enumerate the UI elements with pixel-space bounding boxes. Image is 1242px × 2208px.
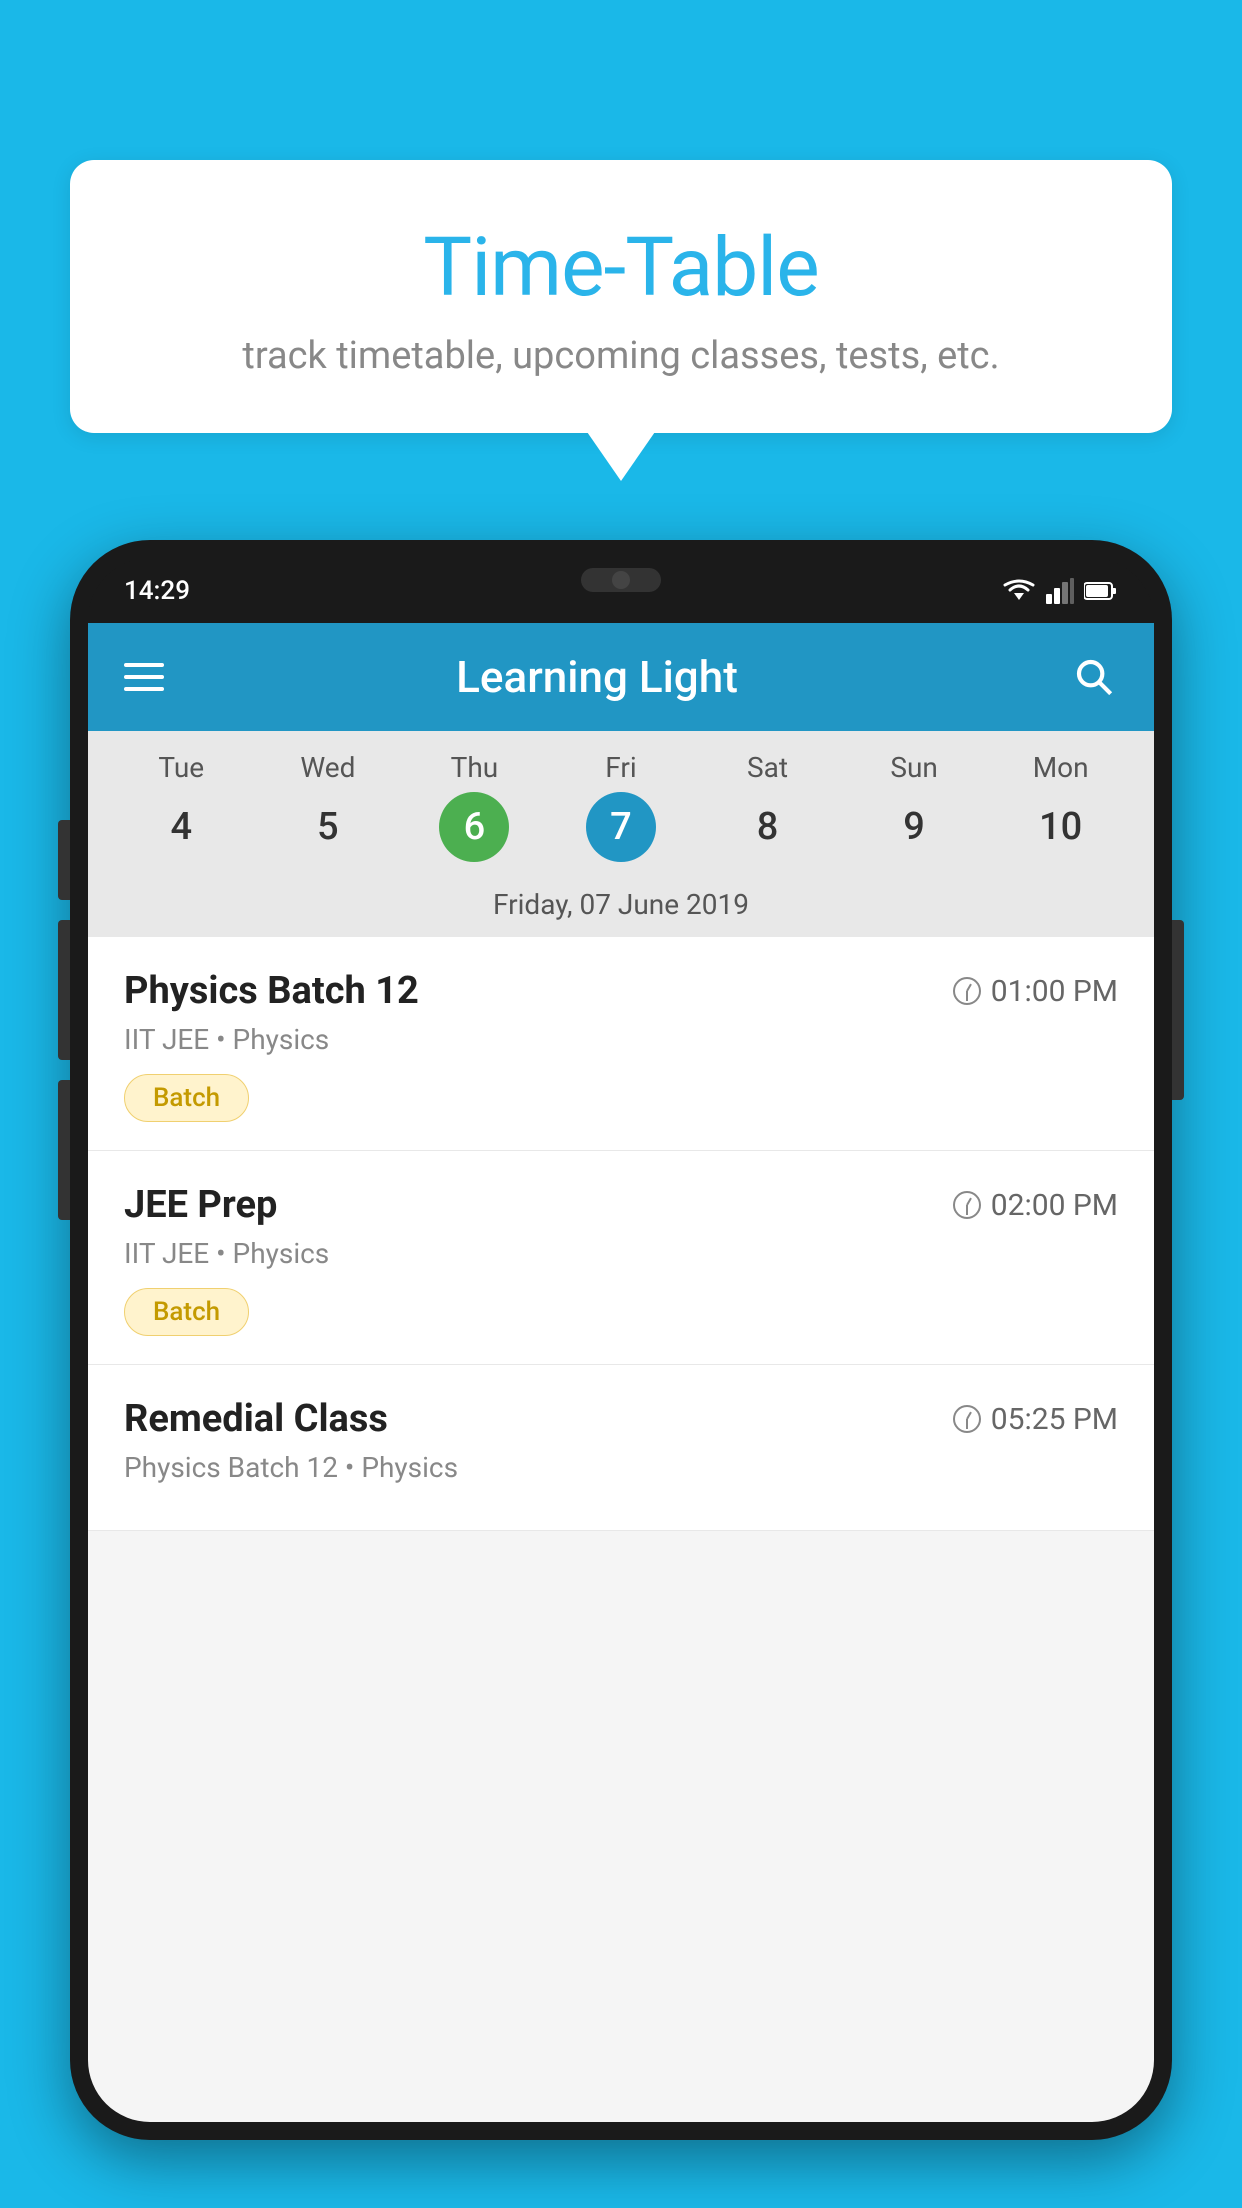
app-header: Learning Light bbox=[88, 623, 1154, 731]
clock-icon-3 bbox=[953, 1405, 981, 1433]
schedule-item-3-header: Remedial Class 05:25 PM bbox=[124, 1397, 1118, 1441]
phone-power-btn bbox=[1172, 920, 1184, 1100]
phone-volume-up-btn bbox=[58, 920, 70, 1060]
schedule-item-1-time: 01:00 PM bbox=[953, 974, 1118, 1009]
status-icons bbox=[1002, 578, 1118, 604]
front-camera bbox=[612, 571, 630, 589]
phone-body: 14:29 bbox=[70, 540, 1172, 2140]
day-label-tue[interactable]: Tue bbox=[108, 751, 255, 784]
day-label-sat[interactable]: Sat bbox=[694, 751, 841, 784]
day-numbers-row: 4 5 6 7 8 9 10 bbox=[108, 792, 1134, 878]
wifi-icon bbox=[1002, 578, 1036, 604]
phone-side-btn bbox=[58, 820, 70, 900]
schedule-item-3[interactable]: Remedial Class 05:25 PM Physics Batch 12… bbox=[88, 1365, 1154, 1531]
status-time: 14:29 bbox=[124, 576, 190, 606]
battery-icon bbox=[1084, 581, 1118, 601]
selected-date-label: Friday, 07 June 2019 bbox=[108, 878, 1134, 937]
bubble-subtitle: track timetable, upcoming classes, tests… bbox=[130, 334, 1112, 378]
calendar-strip: Tue Wed Thu Fri Sat Sun Mon 4 5 6 7 bbox=[88, 731, 1154, 937]
calendar-day-10[interactable]: 10 bbox=[987, 792, 1134, 862]
calendar-day-5[interactable]: 5 bbox=[255, 792, 402, 862]
day-label-fri[interactable]: Fri bbox=[548, 751, 695, 784]
schedule-item-3-time: 05:25 PM bbox=[953, 1402, 1118, 1437]
phone-container: 14:29 bbox=[70, 540, 1172, 2208]
calendar-day-8[interactable]: 8 bbox=[694, 792, 841, 862]
schedule-item-1-meta: IIT JEE • Physics bbox=[124, 1023, 1118, 1056]
schedule-item-3-meta: Physics Batch 12 • Physics bbox=[124, 1451, 1118, 1484]
schedule-item-1[interactable]: Physics Batch 12 01:00 PM IIT JEE • Phys… bbox=[88, 937, 1154, 1151]
schedule-item-2[interactable]: JEE Prep 02:00 PM IIT JEE • Physics Batc… bbox=[88, 1151, 1154, 1365]
day-label-sun[interactable]: Sun bbox=[841, 751, 988, 784]
phone-screen: Learning Light Tue Wed Thu Fri Sat Sun bbox=[88, 623, 1154, 2122]
speech-bubble-container: Time-Table track timetable, upcoming cla… bbox=[70, 160, 1172, 433]
day-label-wed[interactable]: Wed bbox=[255, 751, 402, 784]
phone-volume-down-btn bbox=[58, 1080, 70, 1220]
calendar-day-9[interactable]: 9 bbox=[841, 792, 988, 862]
schedule-item-3-name: Remedial Class bbox=[124, 1397, 388, 1441]
day-label-thu[interactable]: Thu bbox=[401, 751, 548, 784]
phone-status-bar: 14:29 bbox=[88, 558, 1154, 623]
day-label-mon[interactable]: Mon bbox=[987, 751, 1134, 784]
schedule-item-1-badge: Batch bbox=[124, 1074, 249, 1122]
schedule-item-2-time: 02:00 PM bbox=[953, 1188, 1118, 1223]
calendar-day-4[interactable]: 4 bbox=[108, 792, 255, 862]
schedule-item-2-meta: IIT JEE • Physics bbox=[124, 1237, 1118, 1270]
schedule-item-2-header: JEE Prep 02:00 PM bbox=[124, 1183, 1118, 1227]
schedule-item-2-badge: Batch bbox=[124, 1288, 249, 1336]
schedule-item-2-time-text: 02:00 PM bbox=[991, 1188, 1118, 1223]
clock-icon-1 bbox=[953, 977, 981, 1005]
speech-bubble: Time-Table track timetable, upcoming cla… bbox=[70, 160, 1172, 433]
schedule-item-1-name: Physics Batch 12 bbox=[124, 969, 419, 1013]
schedule-item-3-time-text: 05:25 PM bbox=[991, 1402, 1118, 1437]
calendar-day-6-today[interactable]: 6 bbox=[439, 792, 509, 862]
search-button[interactable] bbox=[1070, 653, 1118, 701]
day-labels-row: Tue Wed Thu Fri Sat Sun Mon bbox=[108, 751, 1134, 784]
signal-icon bbox=[1046, 578, 1074, 604]
calendar-day-7-selected[interactable]: 7 bbox=[586, 792, 656, 862]
bubble-title: Time-Table bbox=[130, 220, 1112, 316]
phone-notch bbox=[581, 568, 661, 592]
schedule-item-2-name: JEE Prep bbox=[124, 1183, 277, 1227]
app-title: Learning Light bbox=[124, 651, 1070, 703]
schedule-item-1-time-text: 01:00 PM bbox=[991, 974, 1118, 1009]
schedule-item-1-header: Physics Batch 12 01:00 PM bbox=[124, 969, 1118, 1013]
clock-icon-2 bbox=[953, 1191, 981, 1219]
search-icon bbox=[1074, 657, 1114, 697]
schedule-list: Physics Batch 12 01:00 PM IIT JEE • Phys… bbox=[88, 937, 1154, 1531]
